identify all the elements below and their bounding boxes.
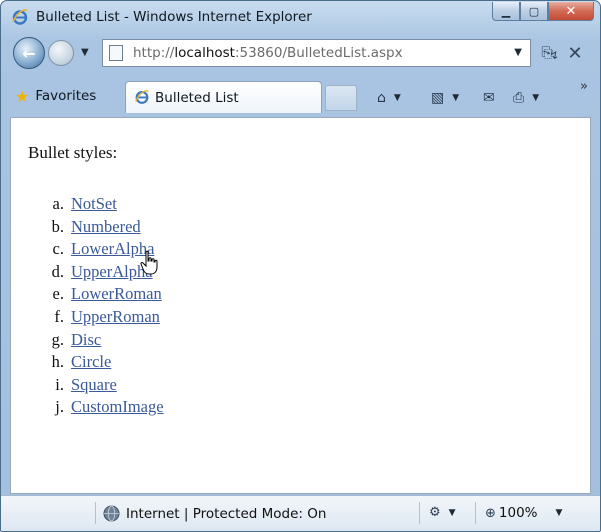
tab-label: Bulleted List — [155, 90, 239, 106]
zoom-dropdown-icon[interactable]: ▼ — [556, 508, 563, 518]
window-title: Bulleted List - Windows Internet Explore… — [36, 9, 312, 25]
list-marker: i. — [55, 374, 64, 394]
window-controls: ▁ ▢ ✕ — [492, 2, 594, 21]
minimize-icon: ▁ — [501, 4, 511, 18]
list-marker: b. — [51, 216, 64, 236]
link-upperroman[interactable]: UpperRoman — [71, 307, 160, 327]
favorites-label: Favorites — [35, 88, 97, 104]
zoom-button[interactable]: ⊕ 100% ▼ — [485, 505, 562, 521]
stop-icon[interactable]: ✕ — [563, 41, 587, 65]
feeds-button[interactable]: ▧ ▼ — [431, 87, 459, 109]
page-content: Bullet styles: a. NotSet b. Numbered c. Low… — [10, 117, 591, 494]
security-icon: ⚙ — [429, 505, 441, 520]
list-item: e. LowerRoman — [36, 284, 164, 307]
link-disc[interactable]: Disc — [71, 330, 101, 350]
list-item: i. Square — [36, 375, 164, 398]
status-divider — [95, 502, 96, 524]
link-lowerroman[interactable]: LowerRoman — [71, 284, 162, 304]
tab-bulleted-list[interactable]: Bulleted List — [125, 81, 322, 113]
list-marker: e. — [52, 284, 64, 304]
list-marker: a. — [52, 194, 64, 213]
favorites-button[interactable]: ★ Favorites — [15, 83, 96, 109]
security-zone-text[interactable]: Internet | Protected Mode: On — [126, 506, 326, 522]
title-bar: Bulleted List - Windows Internet Explore… — [1, 1, 600, 33]
status-divider — [475, 502, 476, 524]
list-item: f. UpperRoman — [36, 307, 164, 330]
page-heading: Bullet styles: — [28, 143, 118, 162]
close-button[interactable]: ✕ — [548, 2, 594, 21]
hand-cursor-icon — [140, 250, 158, 275]
list-item: g. Disc — [36, 330, 164, 353]
list-item: b. Numbered — [36, 217, 164, 240]
globe-icon — [103, 505, 120, 522]
url-text[interactable]: http://localhost:53860/BulletedList.aspx — [133, 45, 403, 61]
link-circle[interactable]: Circle — [71, 352, 111, 372]
back-arrow-icon: ← — [22, 43, 36, 63]
read-mail-button[interactable]: ✉ — [483, 87, 495, 109]
rss-icon: ▧ — [431, 90, 445, 106]
maximize-button[interactable]: ▢ — [520, 2, 548, 21]
more-tools-chevron-icon[interactable]: » — [580, 79, 588, 94]
page-icon — [109, 45, 123, 61]
tab-bar: ★ Favorites Bulleted List ⌂ ▼ ▧ ▼ ✉ ⎙ ▼ » — [1, 79, 600, 115]
list-marker: f. — [54, 306, 64, 326]
back-button[interactable]: ← — [13, 37, 45, 69]
home-dropdown-icon[interactable]: ▼ — [394, 93, 401, 103]
bullet-styles-list: a. NotSet b. Numbered c. LowerAlpha d. Upper… — [36, 194, 164, 420]
link-numbered[interactable]: Numbered — [71, 217, 141, 237]
forward-button[interactable] — [48, 40, 74, 66]
zoom-level: 100% — [498, 505, 538, 521]
link-square[interactable]: Square — [71, 375, 117, 395]
address-dropdown-icon[interactable]: ▼ — [514, 47, 522, 58]
list-marker: j. — [55, 397, 64, 417]
star-icon: ★ — [15, 86, 30, 106]
feeds-dropdown-icon[interactable]: ▼ — [452, 93, 459, 103]
printer-icon: ⎙ — [513, 90, 525, 106]
new-tab-button[interactable] — [325, 85, 357, 111]
home-button[interactable]: ⌂ ▼ — [377, 87, 401, 109]
print-dropdown-icon[interactable]: ▼ — [532, 93, 539, 103]
list-item: a. NotSet — [36, 194, 164, 217]
address-bar[interactable]: http://localhost:53860/BulletedList.aspx… — [102, 39, 531, 67]
home-icon: ⌂ — [377, 90, 386, 106]
refresh-icon[interactable]: ↯ — [549, 43, 559, 67]
minimize-button[interactable]: ▁ — [492, 2, 520, 21]
list-item: h. Circle — [36, 352, 164, 375]
status-divider — [419, 502, 420, 524]
link-customimage[interactable]: CustomImage — [71, 397, 164, 417]
navigation-bar: ← ▼ http://localhost:53860/BulletedList.… — [1, 35, 600, 77]
close-icon: ✕ — [565, 3, 577, 19]
mail-icon: ✉ — [483, 90, 495, 106]
list-marker: g. — [51, 329, 64, 349]
zoom-icon: ⊕ — [485, 505, 496, 521]
security-dropdown-icon[interactable]: ▼ — [449, 508, 456, 518]
history-dropdown-icon[interactable]: ▼ — [81, 47, 89, 58]
browser-window: Bulleted List - Windows Internet Explore… — [0, 0, 601, 532]
link-notset[interactable]: NotSet — [71, 194, 117, 214]
security-settings-button[interactable]: ⚙ ▼ — [429, 505, 456, 520]
ie-logo-icon — [12, 9, 28, 25]
print-button[interactable]: ⎙ ▼ — [513, 87, 539, 109]
list-item: j. CustomImage — [36, 397, 164, 420]
list-marker: h. — [51, 352, 64, 372]
ie-page-icon — [135, 90, 149, 104]
list-marker: d. — [51, 261, 64, 281]
list-marker: c. — [52, 239, 64, 259]
maximize-icon: ▢ — [528, 4, 540, 18]
status-bar: Internet | Protected Mode: On ⚙ ▼ ⊕ 100% … — [1, 495, 600, 531]
